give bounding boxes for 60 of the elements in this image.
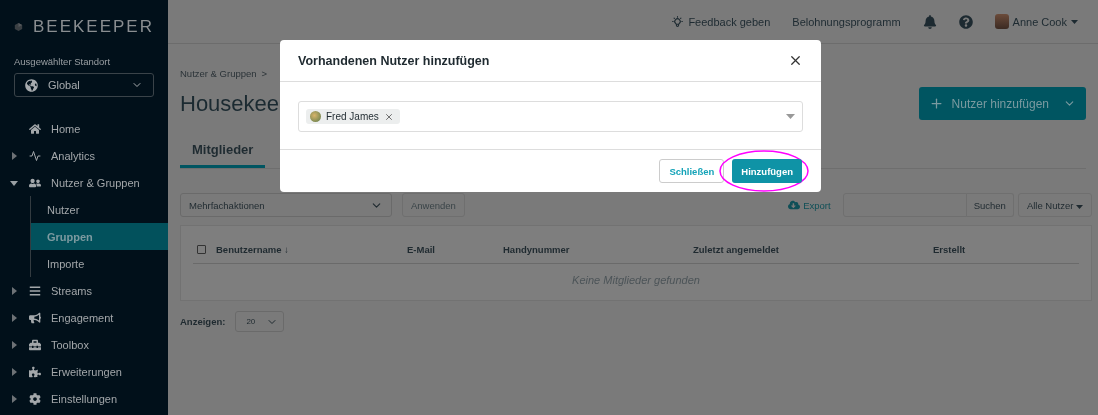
globe-icon: [25, 78, 38, 92]
page-title: Housekee: [180, 90, 280, 117]
lightbulb-icon: [671, 15, 685, 28]
caret-icon: [786, 114, 795, 119]
nav-item[interactable]: Nutzer & Gruppen: [0, 169, 168, 196]
menu-icon: [28, 284, 41, 297]
home-icon: [28, 122, 41, 135]
line-chart-icon: [28, 149, 41, 162]
nav-item[interactable]: Erweiterungen: [0, 358, 168, 385]
column-header[interactable]: Erstellt: [933, 244, 1075, 255]
avatar-icon: [994, 14, 1009, 29]
user-menu[interactable]: Anne Cook: [994, 14, 1078, 29]
user-select-field[interactable]: Fred James: [298, 101, 803, 132]
chip-label: Fred James: [326, 111, 379, 122]
close-text-button[interactable]: Schließen: [659, 159, 725, 183]
people-icon: [28, 176, 41, 189]
remove-icon[interactable]: [383, 111, 394, 122]
export-link[interactable]: Export: [788, 199, 831, 211]
page-size-label: Anzeigen:: [180, 316, 226, 327]
cloud-download-icon: [788, 199, 801, 211]
breadcrumb-link[interactable]: Nutzer & Gruppen: [180, 68, 257, 79]
nav-item[interactable]: Analytics: [0, 142, 168, 169]
column-header[interactable]: Handynummer: [503, 244, 693, 255]
nav-item[interactable]: Einstellungen: [0, 385, 168, 412]
nav-item[interactable]: Streams: [0, 277, 168, 304]
dialog-title: Vorhandenen Nutzer hinzufügen: [298, 53, 490, 68]
nav-subitem[interactable]: Gruppen: [30, 223, 168, 250]
notifications-icon[interactable]: [922, 14, 937, 29]
rewards-link[interactable]: Belohnungsprogramm: [792, 15, 901, 28]
toolbox-icon: [28, 338, 41, 351]
nav-item[interactable]: Home: [0, 115, 168, 142]
megaphone-icon: [28, 311, 41, 324]
settings-icon: [28, 392, 41, 405]
plus-icon: [928, 96, 944, 111]
nav-item[interactable]: Toolbox: [0, 331, 168, 358]
column-header[interactable]: E-Mail: [407, 244, 503, 255]
help-icon[interactable]: [958, 14, 973, 29]
location-select[interactable]: Global: [14, 73, 154, 97]
column-header[interactable]: Benutzername ↓: [216, 244, 289, 255]
apply-button[interactable]: Anwenden: [402, 193, 465, 217]
nav-item[interactable]: Engagement: [0, 304, 168, 331]
location-label: Ausgewählter Standort: [14, 56, 112, 67]
avatar-icon: [310, 111, 321, 122]
feedback-link[interactable]: Feedback geben: [671, 15, 771, 28]
filter-dropdown[interactable]: Alle Nutzer: [1017, 193, 1092, 217]
caret-icon: [1071, 19, 1078, 24]
bulk-actions-select[interactable]: Mehrfachaktionen: [180, 193, 392, 217]
tab[interactable]: Mitglieder: [180, 138, 266, 168]
caret-icon: [1076, 204, 1083, 209]
nav-subitem[interactable]: Importe: [30, 250, 168, 277]
page-size-select[interactable]: 20: [235, 311, 285, 332]
add-user-button[interactable]: Nutzer hinzufügen: [918, 87, 1086, 120]
column-header[interactable]: Zuletzt angemeldet: [693, 244, 933, 255]
breadcrumb-separator: >: [261, 68, 268, 79]
select-all-checkbox[interactable]: [197, 245, 206, 254]
add-button[interactable]: Hinzufügen: [732, 159, 802, 183]
brand-name: BEEKEEPER: [33, 17, 154, 37]
close-button[interactable]: [788, 53, 803, 68]
puzzle-icon: [28, 365, 41, 378]
search-button[interactable]: Suchen: [966, 193, 1014, 217]
